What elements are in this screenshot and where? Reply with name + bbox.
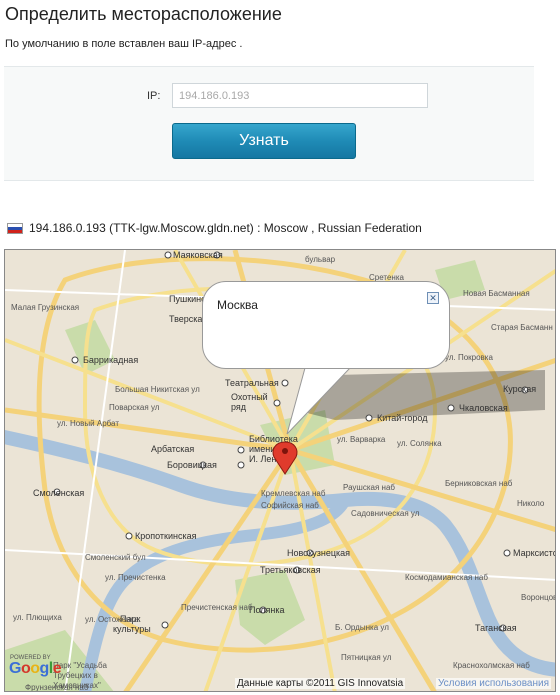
- map-label-ostozhenka: ул. Остоженка: [85, 615, 139, 624]
- map-view[interactable]: Маяковская Пушкинска Тверская Баррикадна…: [4, 249, 556, 692]
- map-label-sofiyskaya: Софийская наб: [261, 501, 319, 510]
- map-label-prechistenka: ул. Пречистенка: [105, 573, 166, 582]
- map-label-kropotkinskaya: Кропоткинская: [135, 531, 197, 541]
- map-label-novokuznetskaya: Новокузнецкая: [287, 548, 350, 558]
- map-info-window: Москва ✕: [202, 281, 450, 369]
- map-label-chkalovskaya: Чкаловская: [459, 403, 508, 413]
- terms-link[interactable]: Условия использования: [436, 678, 551, 689]
- map-label-pyatnitskaya: Пятницкая ул: [341, 653, 392, 662]
- find-location-button[interactable]: Узнать: [172, 123, 356, 159]
- map-label-kurskaya: Курская: [503, 384, 536, 394]
- map-label-st-basmannaya: Старая Басманн: [491, 323, 553, 332]
- map-label-bulvar: бульвар: [305, 255, 336, 264]
- google-logo[interactable]: Google: [9, 660, 62, 678]
- map-label-arbatskaya: Арбатская: [151, 444, 194, 454]
- map-label-kremlevskaya: Кремлевская наб: [261, 489, 326, 498]
- map-label-tretyakovskaya: Третьяковская: [260, 565, 321, 575]
- map-label-sadovnicheskaya: Садовническая ул: [351, 509, 420, 518]
- map-label-smolensky-bul: Смоленский бул: [85, 553, 146, 562]
- map-label-malaya-gruzinskaya: Малая Грузинская: [11, 303, 79, 312]
- map-copyright: Данные карты ©2011 GIS Innovatsia: [235, 678, 406, 689]
- map-label-borovitskaya: Боровицкая: [167, 460, 217, 470]
- page-title: Определить месторасположение: [5, 4, 282, 24]
- result-text: 194.186.0.193 (TTK-lgw.Moscow.gldn.net) …: [29, 221, 422, 235]
- map-label-b-ordynka: Б. Ордынка ул: [335, 623, 389, 632]
- map-label-barrikadnaya: Баррикадная: [83, 355, 138, 365]
- map-label-pliushchikha: ул. Плющиха: [13, 613, 62, 622]
- map-label-teatralnaya: Театральная: [225, 378, 279, 388]
- intro-text: По умолчанию в поле вставлен ваш IP-адре…: [5, 38, 243, 50]
- russia-flag-icon: [7, 222, 23, 234]
- map-label-solyanka: ул. Солянка: [397, 439, 442, 448]
- map-label-prechistenskaya: Пречистенская наб: [181, 603, 253, 612]
- map-label-mayakovskaya: Маяковская: [173, 250, 223, 260]
- map-label-kosmodamianskaya: Космодамианская наб: [405, 573, 488, 582]
- result-line: 194.186.0.193 (TTK-lgw.Moscow.gldn.net) …: [7, 221, 422, 235]
- map-label-okhotny: Охотный: [231, 392, 268, 402]
- map-label-nikolo: Николо: [517, 499, 545, 508]
- map-label-povarskaya: Поварская ул: [109, 403, 160, 412]
- map-label-imeni: имени: [249, 444, 275, 454]
- map-label-krasnokholmskaya: Краснохолмская наб: [453, 661, 530, 670]
- ip-form-panel: IP: Узнать: [4, 66, 534, 181]
- ip-label: IP:: [147, 90, 161, 102]
- map-label-kitay-gorod: Китай-город: [377, 413, 428, 423]
- map-label-taganskaya: Таганская: [475, 623, 517, 633]
- close-icon[interactable]: ✕: [427, 292, 439, 304]
- map-label-smolenskaya: Смоленская: [33, 488, 84, 498]
- map-label-park-2: культуры: [113, 624, 151, 634]
- info-window-title: Москва: [217, 298, 258, 312]
- map-label-nov-arbat: ул. Новый Арбат: [57, 419, 119, 428]
- map-label-berniikovskaya: Берниковская наб: [445, 479, 513, 488]
- map-label-pokrovka: ул. Покровка: [445, 353, 493, 362]
- map-label-raushskaya: Раушская наб: [343, 483, 395, 492]
- map-label-usadba-3: Хамовниках": [53, 681, 101, 690]
- map-label-b-nikitskaya: Большая Никитская ул: [115, 385, 200, 394]
- map-label-n-basmannaya: Новая Басманная: [463, 289, 530, 298]
- ip-input[interactable]: [172, 83, 428, 108]
- map-label-polyanka: Полянка: [249, 605, 285, 615]
- map-label-ryad: ряд: [231, 402, 247, 412]
- map-label-usadba-1: Парк "Усадьба: [53, 661, 107, 670]
- map-label-vorontsovskaya: Воронцовская: [521, 593, 556, 602]
- map-label-marksistskaya: Марксистская: [513, 548, 556, 558]
- map-label-varvarka: ул. Варварка: [337, 435, 386, 444]
